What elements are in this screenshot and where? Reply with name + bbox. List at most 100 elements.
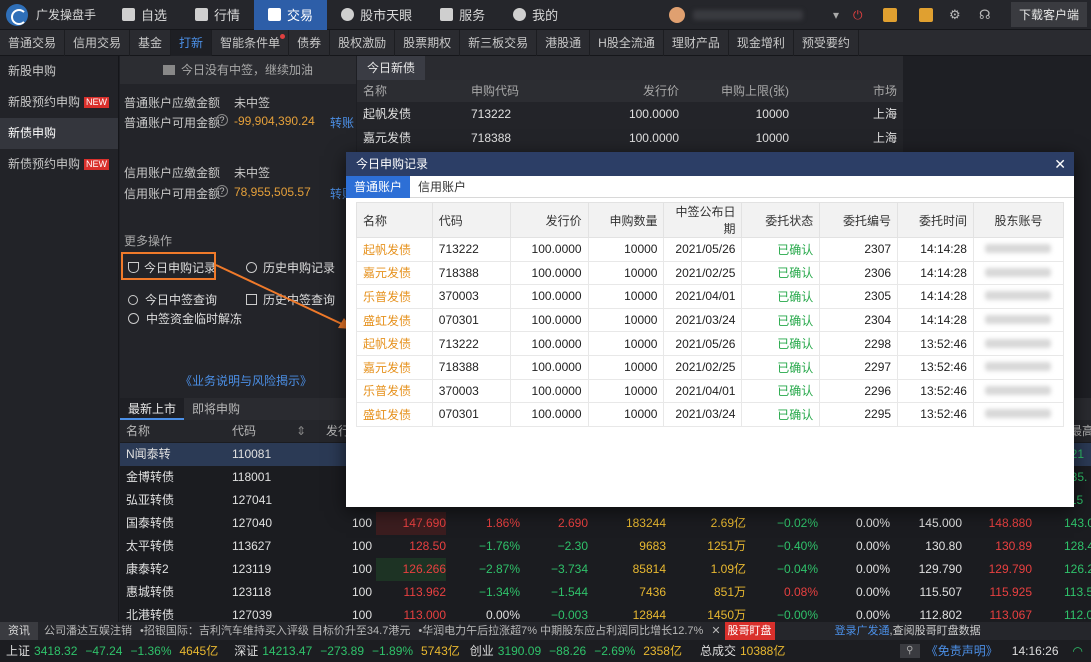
- chart-icon: [195, 8, 209, 21]
- transfer-link[interactable]: 转账: [330, 114, 354, 131]
- tab-tender-offer[interactable]: 预受要约: [794, 30, 859, 56]
- gear-icon[interactable]: ⚙: [949, 7, 963, 22]
- login-link[interactable]: 登录广发通: [835, 622, 890, 640]
- table-cell: 盛虹发债: [356, 402, 433, 427]
- tab-credit-trade[interactable]: 信用交易: [65, 30, 131, 56]
- dialog-header: 今日申购记录 ✕: [346, 152, 1074, 176]
- news-item[interactable]: •招银国际：吉利汽车维持买入评级 目标价升至34.7港元: [140, 622, 410, 640]
- table-cell: 1251万: [707, 539, 746, 553]
- table-cell: 112.802: [919, 608, 963, 622]
- table-cell: −0.04%: [776, 562, 818, 576]
- table-cell: 100.0000: [509, 378, 589, 404]
- top-bar: 广发操盘手 自选 行情 交易 股市天眼 服务 我的 ▾ ⏻ ⚙ ☊ 下载客户端: [0, 0, 1091, 30]
- table-row[interactable]: 起帆发债 713222 100.0000 10000 2021/05/26 已确认 2298…: [356, 331, 1065, 356]
- sort-icon[interactable]: ⇕: [296, 420, 306, 442]
- sidebar-item-new-bond-reserve[interactable]: 新债预约申购 NEW: [0, 149, 118, 180]
- table-cell: 10000: [587, 354, 665, 380]
- table-cell: 已确认: [741, 331, 821, 356]
- tab-smart-order[interactable]: 智能条件单: [212, 30, 290, 56]
- nav-trade[interactable]: 交易: [254, 0, 328, 30]
- table-cell: 已确认: [741, 260, 821, 286]
- tab-credit-account[interactable]: 信用账户: [410, 176, 474, 198]
- business-risk-link[interactable]: 《业务说明与风险揭示》: [180, 372, 312, 389]
- table-cell: 已确认: [741, 284, 821, 309]
- today-bond-tab[interactable]: 今日新债: [357, 56, 426, 80]
- table-cell: 起帆发债: [356, 331, 433, 356]
- tab-normal-trade[interactable]: 普通交易: [0, 30, 66, 56]
- tab-hk-connect[interactable]: 港股通: [537, 30, 591, 56]
- download-client-button[interactable]: 下载客户端: [1010, 2, 1087, 27]
- help-icon[interactable]: ?: [216, 185, 228, 197]
- help-icon[interactable]: ?: [216, 114, 228, 126]
- avatar[interactable]: [668, 6, 685, 23]
- table-cell: 130.80: [925, 539, 962, 553]
- chevron-down-icon[interactable]: ▾: [833, 8, 839, 22]
- tab-bond[interactable]: 债券: [289, 30, 331, 56]
- table-row[interactable]: 嘉元发债 718388 100.0000 10000 上海: [357, 126, 903, 150]
- tab-normal-account[interactable]: 普通账户: [346, 176, 411, 198]
- wifi-icon: ◠: [1072, 644, 1083, 658]
- callout-arrow: [215, 264, 352, 329]
- table-cell: 嘉元发债: [356, 260, 433, 286]
- table-cell: 110081: [232, 447, 272, 461]
- sh-turnover: 4645亿: [179, 644, 219, 658]
- power-icon[interactable]: ⏻: [853, 8, 867, 22]
- nav-mine[interactable]: 我的: [499, 0, 572, 30]
- sidebar-item-new-bond[interactable]: 新债申购: [0, 118, 118, 149]
- nav-service[interactable]: 服务: [426, 0, 499, 30]
- lock-icon[interactable]: [882, 7, 897, 22]
- table-row[interactable]: 国泰转债 127040 100 147.690 1.86% 2.690 183244 2.69…: [120, 512, 1091, 535]
- search-icon: [128, 295, 138, 305]
- tab-stock-options[interactable]: 股票期权: [395, 30, 461, 56]
- table-cell: 370003: [431, 284, 511, 309]
- table-cell: 128.4: [1064, 539, 1091, 553]
- stock-watch-tag[interactable]: 股哥盯盘: [724, 622, 775, 640]
- news-item[interactable]: 公司潘达互娱注销: [44, 622, 132, 640]
- today-win-query-link[interactable]: 今日中签查询: [128, 291, 217, 308]
- table-row[interactable]: 康泰转2 123119 100 126.266 −2.87% −3.734 85814 1.0…: [120, 558, 1091, 581]
- mail-icon[interactable]: [918, 7, 933, 22]
- table-cell: 14:14:28: [897, 237, 974, 262]
- close-icon[interactable]: ✕: [711, 622, 720, 640]
- table-row[interactable]: 盛虹发债 070301 100.0000 10000 2021/03/24 已确认 2304…: [356, 307, 1065, 333]
- tab-h-share[interactable]: H股全流通: [590, 30, 664, 56]
- sidebar-item-new-stock-reserve[interactable]: 新股预约申购 NEW: [0, 87, 118, 118]
- table-cell: 126.2: [1064, 562, 1091, 576]
- table-row[interactable]: 嘉元发债 718388 100.0000 10000 2021/02/25 已确认 2306…: [356, 260, 1065, 286]
- table-row[interactable]: 北港转债 127039 100 113.000 0.00% −0.003 12844 1450…: [120, 604, 1091, 622]
- nav-tianyan[interactable]: 股市天眼: [327, 0, 426, 30]
- close-icon[interactable]: ✕: [1054, 152, 1066, 176]
- table-row[interactable]: 乐普发债 370003 100.0000 10000 2021/04/01 已确认 2305…: [356, 284, 1065, 309]
- search-icon[interactable]: ⚲: [899, 644, 920, 658]
- tab-neeq[interactable]: 新三板交易: [460, 30, 538, 56]
- table-cell: 2021/04/01: [663, 378, 743, 404]
- table-cell: 123118: [232, 585, 272, 599]
- table-cell: 070301: [431, 307, 511, 333]
- tab-ipo[interactable]: 打新: [171, 30, 213, 56]
- nav-watchlist[interactable]: 自选: [108, 0, 181, 30]
- table-cell: 2.690: [557, 516, 588, 530]
- table-row[interactable]: 嘉元发债 718388 100.0000 10000 2021/02/25 已确认 2297…: [356, 354, 1065, 380]
- tab-upcoming[interactable]: 即将申购: [184, 398, 248, 420]
- sidebar-item-new-stock[interactable]: 新股申购: [0, 56, 118, 87]
- tab-cash-plus[interactable]: 现金增利: [729, 30, 794, 56]
- tab-wealth[interactable]: 理财产品: [664, 30, 729, 56]
- tab-newly-listed[interactable]: 最新上市: [120, 398, 185, 420]
- table-cell: 100.0000: [509, 260, 589, 286]
- table-row[interactable]: 起帆发债 713222 100.0000 10000 2021/05/26 已确认 2307…: [356, 237, 1065, 262]
- table-row[interactable]: 惠城转债 123118 100 113.962 −1.34% −1.544 7436 851万…: [120, 581, 1091, 604]
- cy-index-value: 3190.09: [497, 644, 542, 658]
- nav-quotes[interactable]: 行情: [181, 0, 254, 30]
- table-row[interactable]: 乐普发债 370003 100.0000 10000 2021/04/01 已确认 2296…: [356, 378, 1065, 404]
- table-row[interactable]: 起帆发债 713222 100.0000 10000 上海: [357, 102, 903, 126]
- headset-icon[interactable]: ☊: [979, 7, 993, 22]
- eye-icon: [341, 8, 355, 21]
- tab-fund[interactable]: 基金: [130, 30, 172, 56]
- news-item[interactable]: •华润电力午后拉涨超7% 中期股东应占利润同比增长12.7%: [418, 622, 703, 640]
- highlight-box: [121, 252, 216, 280]
- table-cell: −0.003: [550, 608, 588, 622]
- disclaimer-link[interactable]: 《免责声明》: [926, 640, 998, 662]
- table-row[interactable]: 太平转债 113627 100 128.50 −1.76% −2.30 9683 1251万 −…: [120, 535, 1091, 558]
- table-row[interactable]: 盛虹发债 070301 100.0000 10000 2021/03/24 已确认 2295…: [356, 402, 1065, 427]
- tab-equity-incentive[interactable]: 股权激励: [330, 30, 396, 56]
